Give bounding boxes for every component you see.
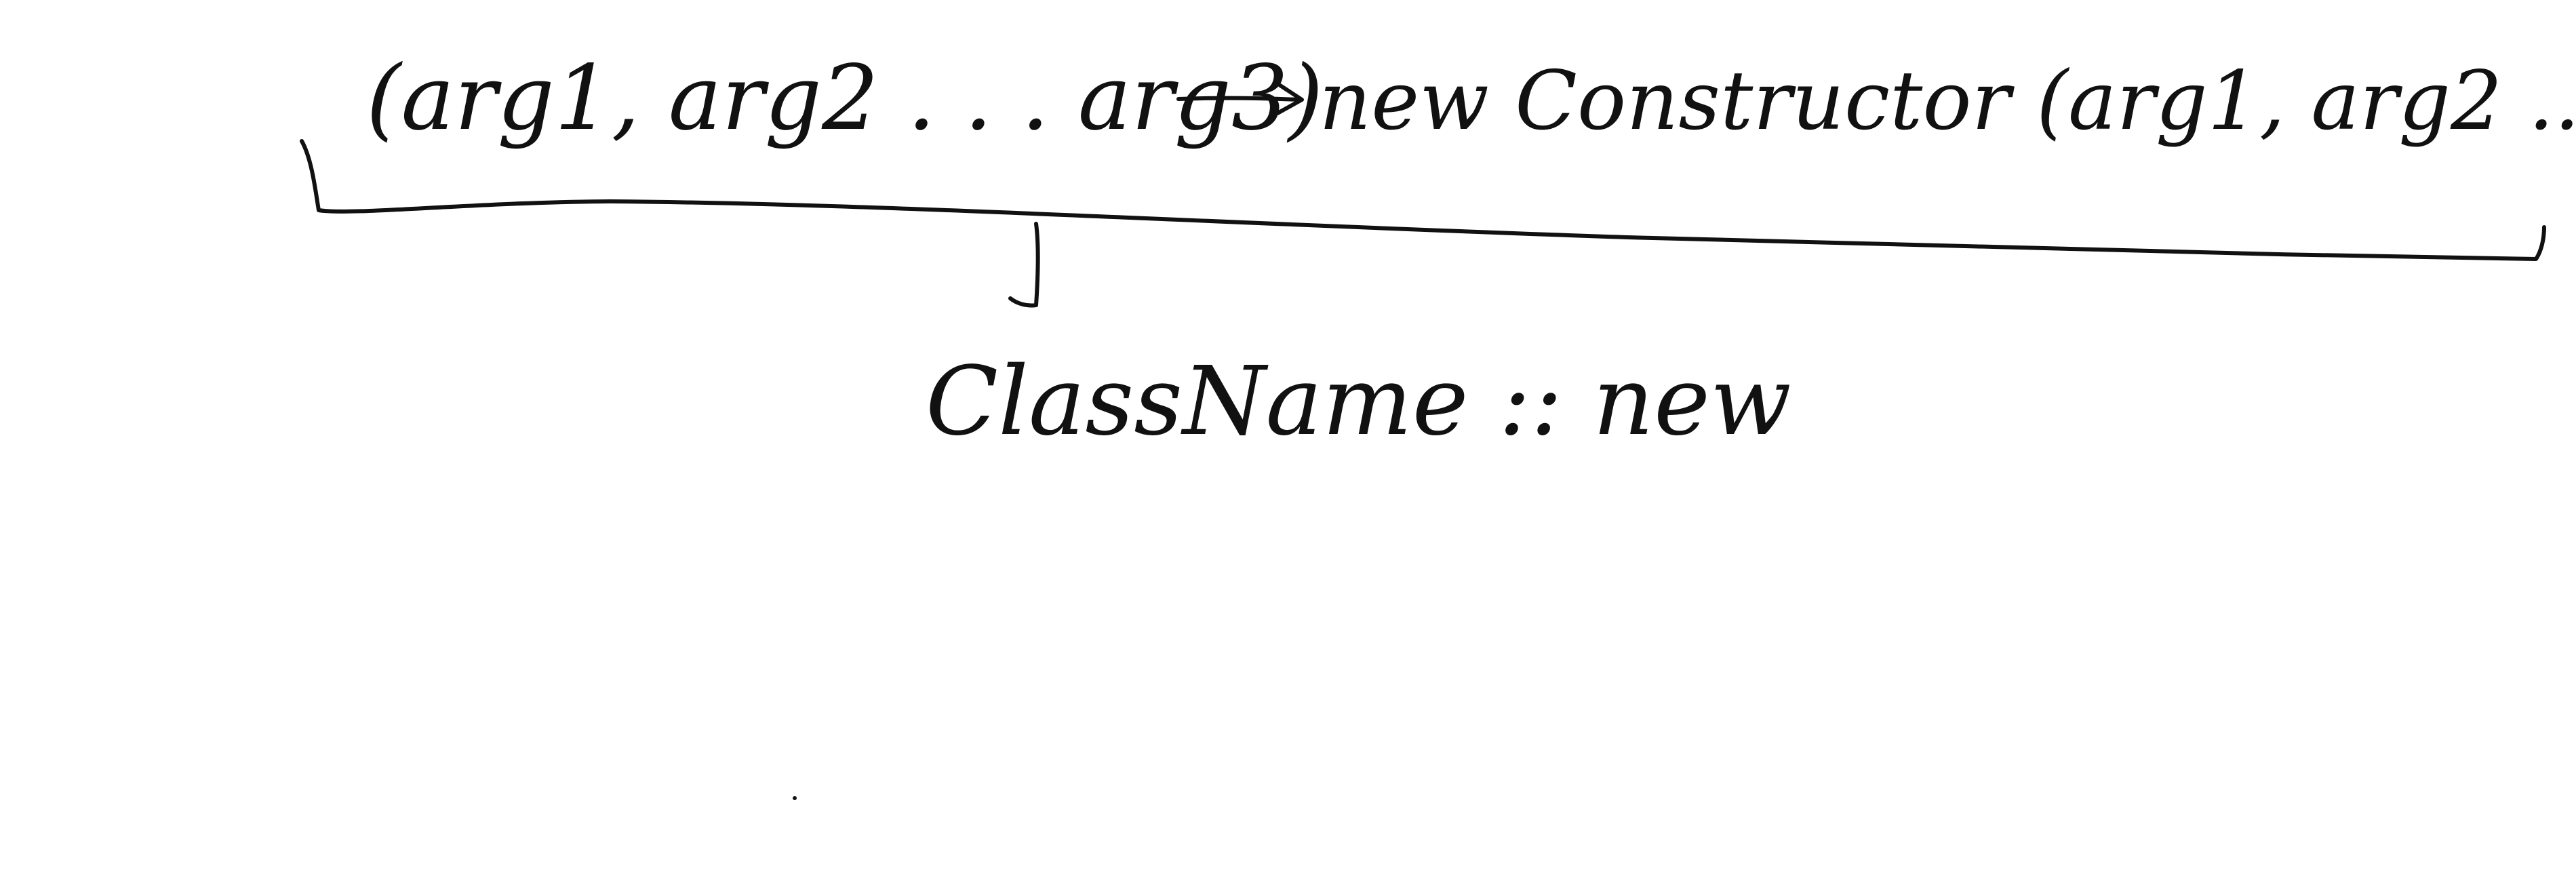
method-reference-text: ClassName :: new	[926, 346, 1791, 457]
lambda-body-text: new Constructor (arg1, arg2 ... arg3)	[1319, 54, 2576, 148]
whiteboard-canvas: (arg1, arg2 . . . arg3) new Constructor …	[0, 0, 2576, 891]
stray-dot	[793, 796, 797, 800]
